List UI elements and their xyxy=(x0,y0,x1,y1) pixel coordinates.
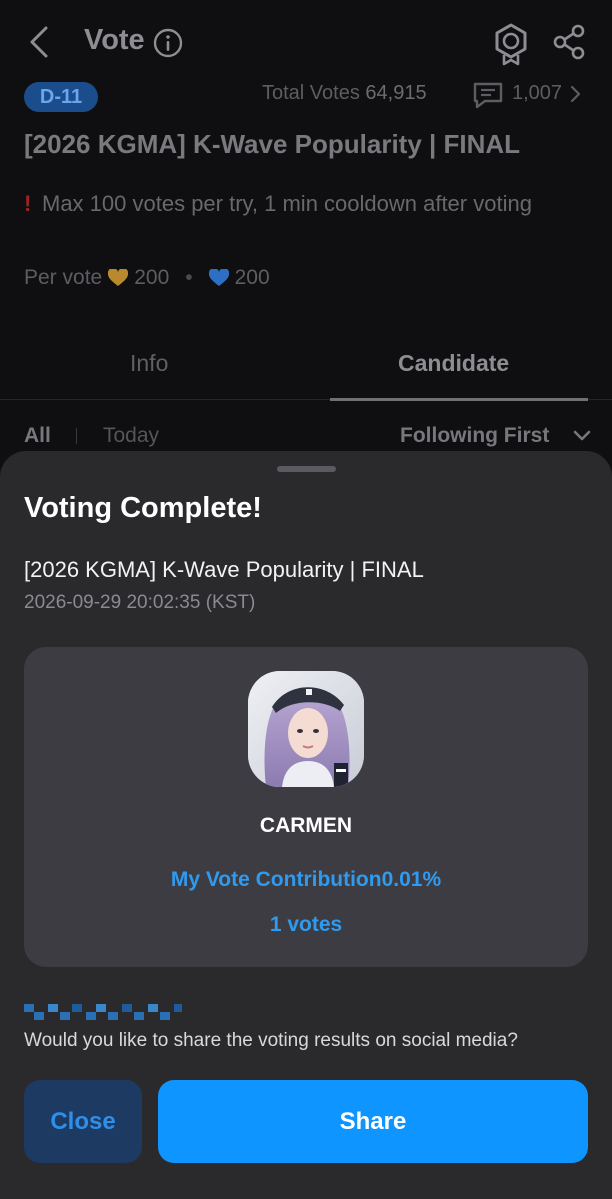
redacted-text xyxy=(24,1004,182,1020)
share-button[interactable]: Share xyxy=(158,1080,588,1163)
vote-title: [2026 KGMA] K-Wave Popularity | FINAL xyxy=(24,129,521,159)
notice-text: Max 100 votes per try, 1 min cooldown af… xyxy=(42,191,532,216)
total-votes-value: 64,915 xyxy=(365,82,427,104)
chevron-down-icon[interactable] xyxy=(572,428,592,444)
vote-count: 1 votes xyxy=(269,913,343,936)
chevron-left-icon[interactable] xyxy=(22,22,58,62)
tab-candidate[interactable]: Candidate xyxy=(398,350,509,377)
blue-heart-icon xyxy=(208,269,229,286)
total-votes: Total Votes 64,915 xyxy=(262,82,427,105)
tab-active-indicator xyxy=(330,398,588,401)
share-icon[interactable] xyxy=(552,24,586,60)
comment-icon[interactable] xyxy=(471,80,505,110)
filter-all[interactable]: All xyxy=(24,424,51,448)
vote-timestamp: 2026-09-29 20:02:35 (KST) xyxy=(24,592,256,613)
gold-cost: 200 xyxy=(134,266,170,289)
gold-heart-icon xyxy=(108,269,129,286)
candidate-photo xyxy=(248,671,364,787)
medal-icon[interactable] xyxy=(492,22,530,66)
exclamation-icon: ! xyxy=(24,191,32,216)
avatar xyxy=(248,671,364,787)
vote-contribution: My Vote Contribution0.01% xyxy=(170,868,442,891)
separator-dot: • xyxy=(185,266,193,289)
candidate-name: CARMEN xyxy=(259,814,353,837)
filter-today[interactable]: Today xyxy=(103,424,159,448)
comment-count[interactable]: 1,007 xyxy=(512,82,562,105)
vote-notice: ! Max 100 votes per try, 1 min cooldown a… xyxy=(24,186,584,221)
share-question: Would you like to share the voting resul… xyxy=(24,1030,518,1051)
sheet-vote-title: [2026 KGMA] K-Wave Popularity | FINAL xyxy=(24,557,424,582)
voting-complete-sheet: Voting Complete! [2026 KGMA] K-Wave Popu… xyxy=(0,451,612,1199)
blue-cost: 200 xyxy=(234,266,270,289)
sheet-title: Voting Complete! xyxy=(24,492,262,524)
vote-screen: Vote D-11 Total Votes 64,915 1,007 [2026… xyxy=(0,0,612,1199)
sort-dropdown[interactable]: Following First xyxy=(400,424,549,448)
filter-divider xyxy=(76,428,77,444)
close-button[interactable]: Close xyxy=(24,1080,142,1163)
tab-info[interactable]: Info xyxy=(130,350,168,377)
tab-bar: Info Candidate xyxy=(0,330,612,401)
dday-badge: D-11 xyxy=(24,82,98,112)
page-title: Vote xyxy=(84,24,145,56)
chevron-right-icon[interactable] xyxy=(568,84,582,104)
total-votes-label: Total Votes xyxy=(262,82,360,104)
candidate-card: CARMEN My Vote Contribution0.01% 1 votes xyxy=(24,647,588,967)
sheet-grabber[interactable] xyxy=(277,466,336,472)
per-vote-cost: Per vote 200 • 200 xyxy=(24,266,270,290)
per-vote-label: Per vote xyxy=(24,266,103,289)
info-icon[interactable] xyxy=(152,27,184,59)
top-bar: Vote xyxy=(0,0,612,84)
